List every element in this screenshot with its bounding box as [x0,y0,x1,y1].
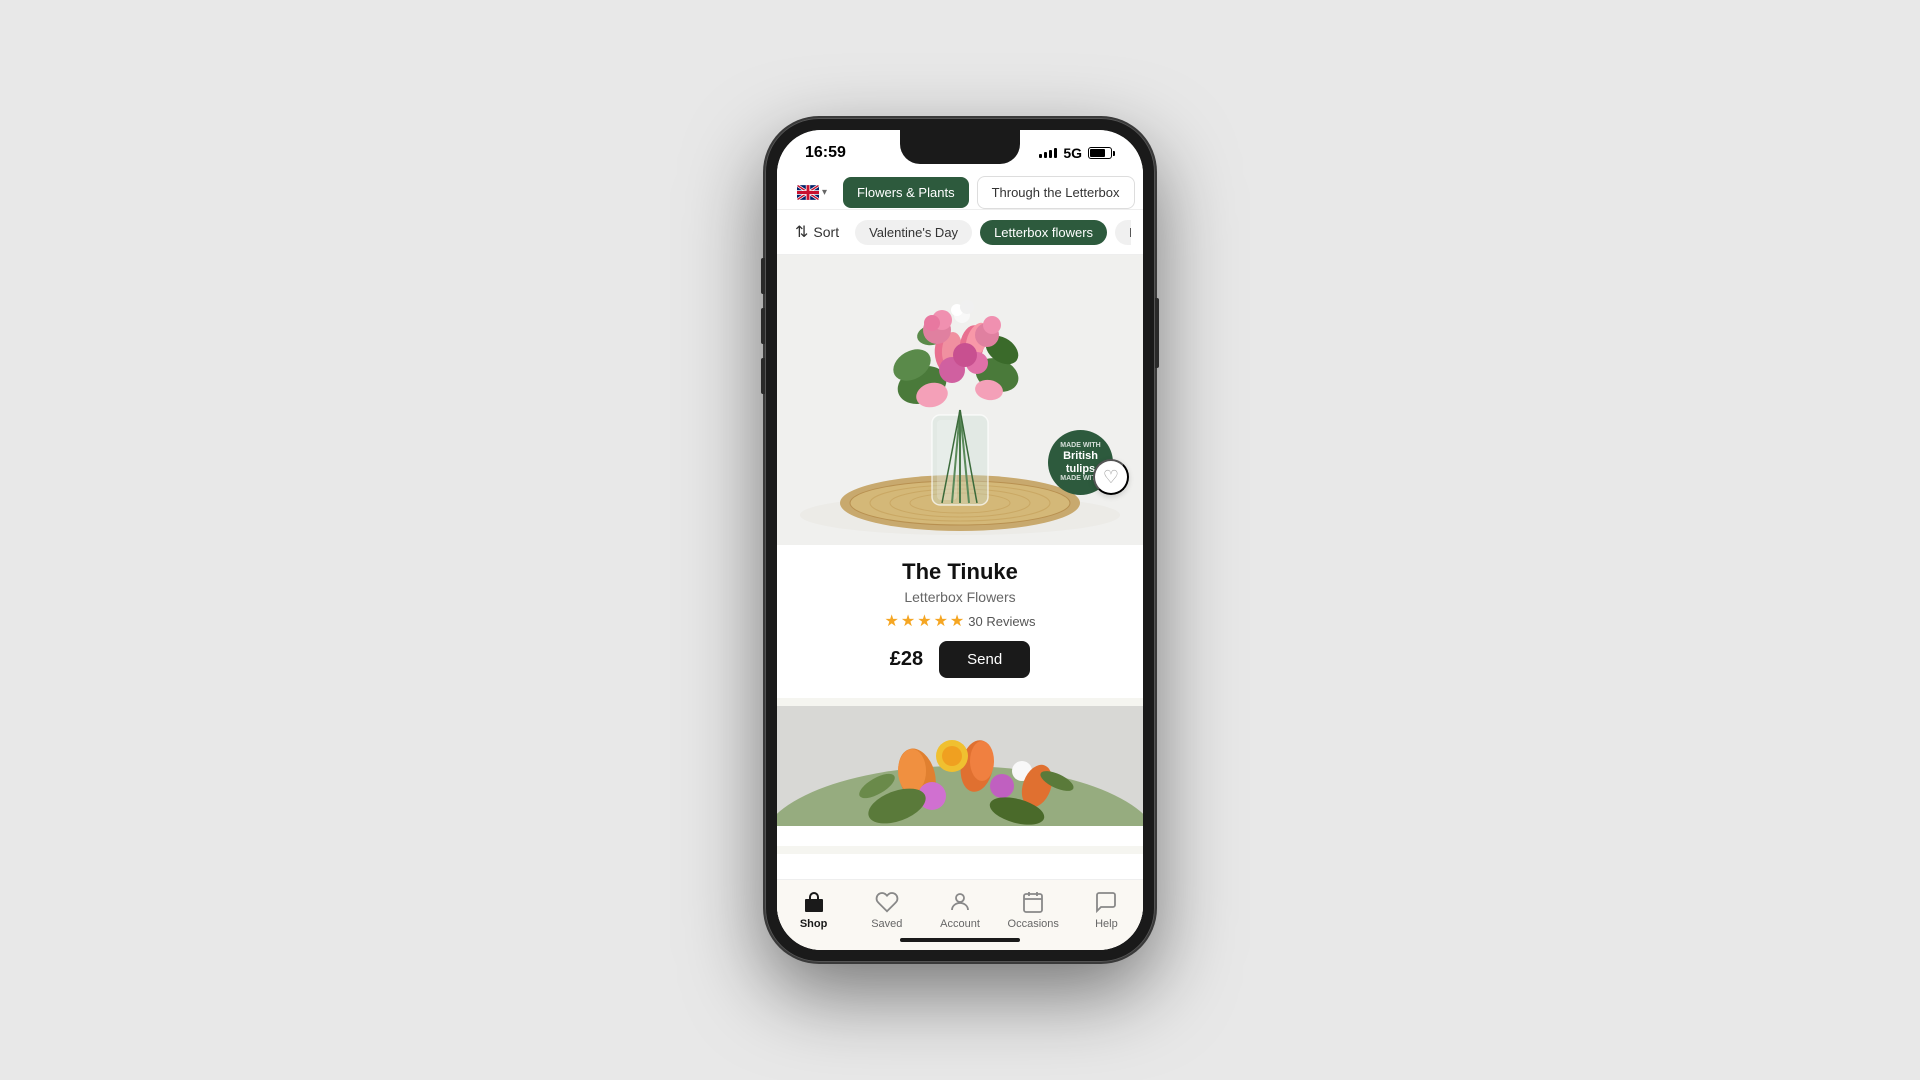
occasions-icon [1021,890,1045,914]
top-tabs: ▾ Flowers & Plants Through the Letterbox… [777,170,1143,210]
nav-item-saved[interactable]: Saved [850,890,923,930]
nav-label-occasions: Occasions [1008,918,1059,930]
filter-chip-letterbox[interactable]: Letterbox flowers [980,220,1107,245]
account-icon [948,890,972,914]
product-price: £28 [890,648,923,671]
star-rating: ★ ★ ★ ★ ★ [885,611,965,631]
badge-made-with: MADE WITH [1060,442,1100,450]
products-list: MADE WITH British tulips MADE WITH ♡ The… [777,255,1143,879]
filter-chip-valentines[interactable]: Valentine's Day [855,220,972,245]
sort-label: Sort [813,224,839,240]
product-image-2 [777,706,1143,826]
dynamic-island [900,130,1020,164]
language-selector[interactable]: ▾ [789,179,835,206]
filter-chip-letterbox-p[interactable]: Letterbox p... [1115,220,1131,245]
send-button[interactable]: Send [939,641,1030,678]
tab-through-letterbox[interactable]: Through the Letterbox [977,176,1135,209]
product-title: The Tinuke [793,559,1127,585]
network-type: 5G [1063,145,1082,161]
product-price-row: £28 Send [777,641,1143,678]
product-rating: ★ ★ ★ ★ ★ 30 Reviews [777,611,1143,631]
product-subtitle: Letterbox Flowers [777,589,1143,605]
sort-icon: ⇅ [795,222,808,242]
nav-label-shop: Shop [800,918,828,930]
nav-label-saved: Saved [871,918,902,930]
phone-frame: 16:59 5G [765,118,1155,962]
product-card-tinuke: MADE WITH British tulips MADE WITH ♡ The… [777,255,1143,706]
filter-bar: ⇅ Sort Valentine's Day Letterbox flowers… [777,210,1143,255]
status-bar: 16:59 5G [777,130,1143,170]
phone-screen: 16:59 5G [777,130,1143,950]
product-card-2 [777,706,1143,854]
nav-item-account[interactable]: Account [923,890,996,930]
tab-flowers-plants[interactable]: Flowers & Plants [843,177,969,208]
home-indicator [900,938,1020,942]
nav-item-shop[interactable]: Shop [777,890,850,930]
main-content: ▾ Flowers & Plants Through the Letterbox… [777,170,1143,950]
sort-button[interactable]: ⇅ Sort [789,218,845,246]
tab-to-the[interactable]: To the... [1143,176,1144,209]
status-time: 16:59 [805,144,846,162]
shop-icon [802,890,826,914]
nav-item-occasions[interactable]: Occasions [997,890,1070,930]
language-chevron: ▾ [822,187,827,198]
filter-chips: Valentine's Day Letterbox flowers Letter… [855,220,1131,245]
status-icons: 5G [1039,145,1115,161]
badge-british: British [1063,450,1098,462]
signal-bars [1039,148,1057,158]
saved-icon [875,890,899,914]
badge-tulips: tulips [1066,463,1095,475]
wishlist-button[interactable]: ♡ [1093,459,1129,495]
nav-item-help[interactable]: Help [1070,890,1143,930]
nav-label-help: Help [1095,918,1118,930]
product-image-tinuke: MADE WITH British tulips MADE WITH ♡ [777,255,1143,545]
battery-icon [1088,147,1115,159]
nav-label-account: Account [940,918,980,930]
reviews-count: 30 Reviews [968,614,1035,629]
help-icon [1094,890,1118,914]
